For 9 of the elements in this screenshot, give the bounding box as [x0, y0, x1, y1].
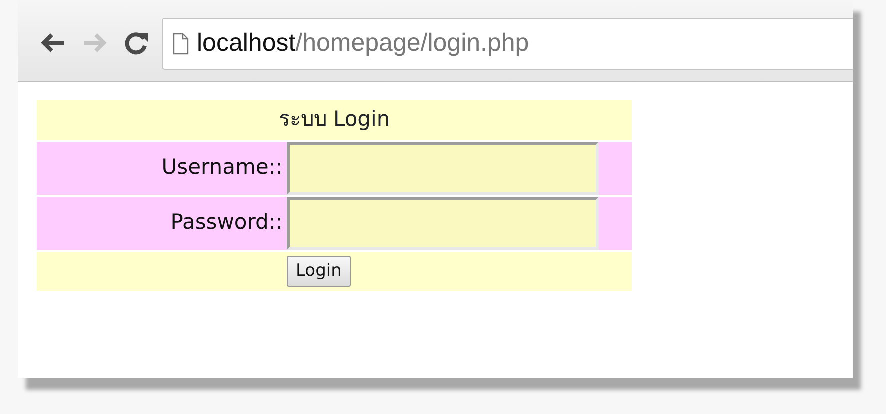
input-field[interactable]	[287, 142, 599, 194]
input-field[interactable]	[287, 196, 599, 250]
form-title: ระบบ Login	[278, 107, 390, 131]
field-label: Password::	[170, 210, 283, 234]
field-label: Username::	[162, 155, 283, 180]
address-bar[interactable]: localhost/homepage/login.php	[162, 18, 853, 70]
url-text: localhost/homepage/login.php	[197, 28, 530, 60]
page-icon	[173, 33, 189, 55]
login-button[interactable]: Login	[287, 256, 351, 287]
